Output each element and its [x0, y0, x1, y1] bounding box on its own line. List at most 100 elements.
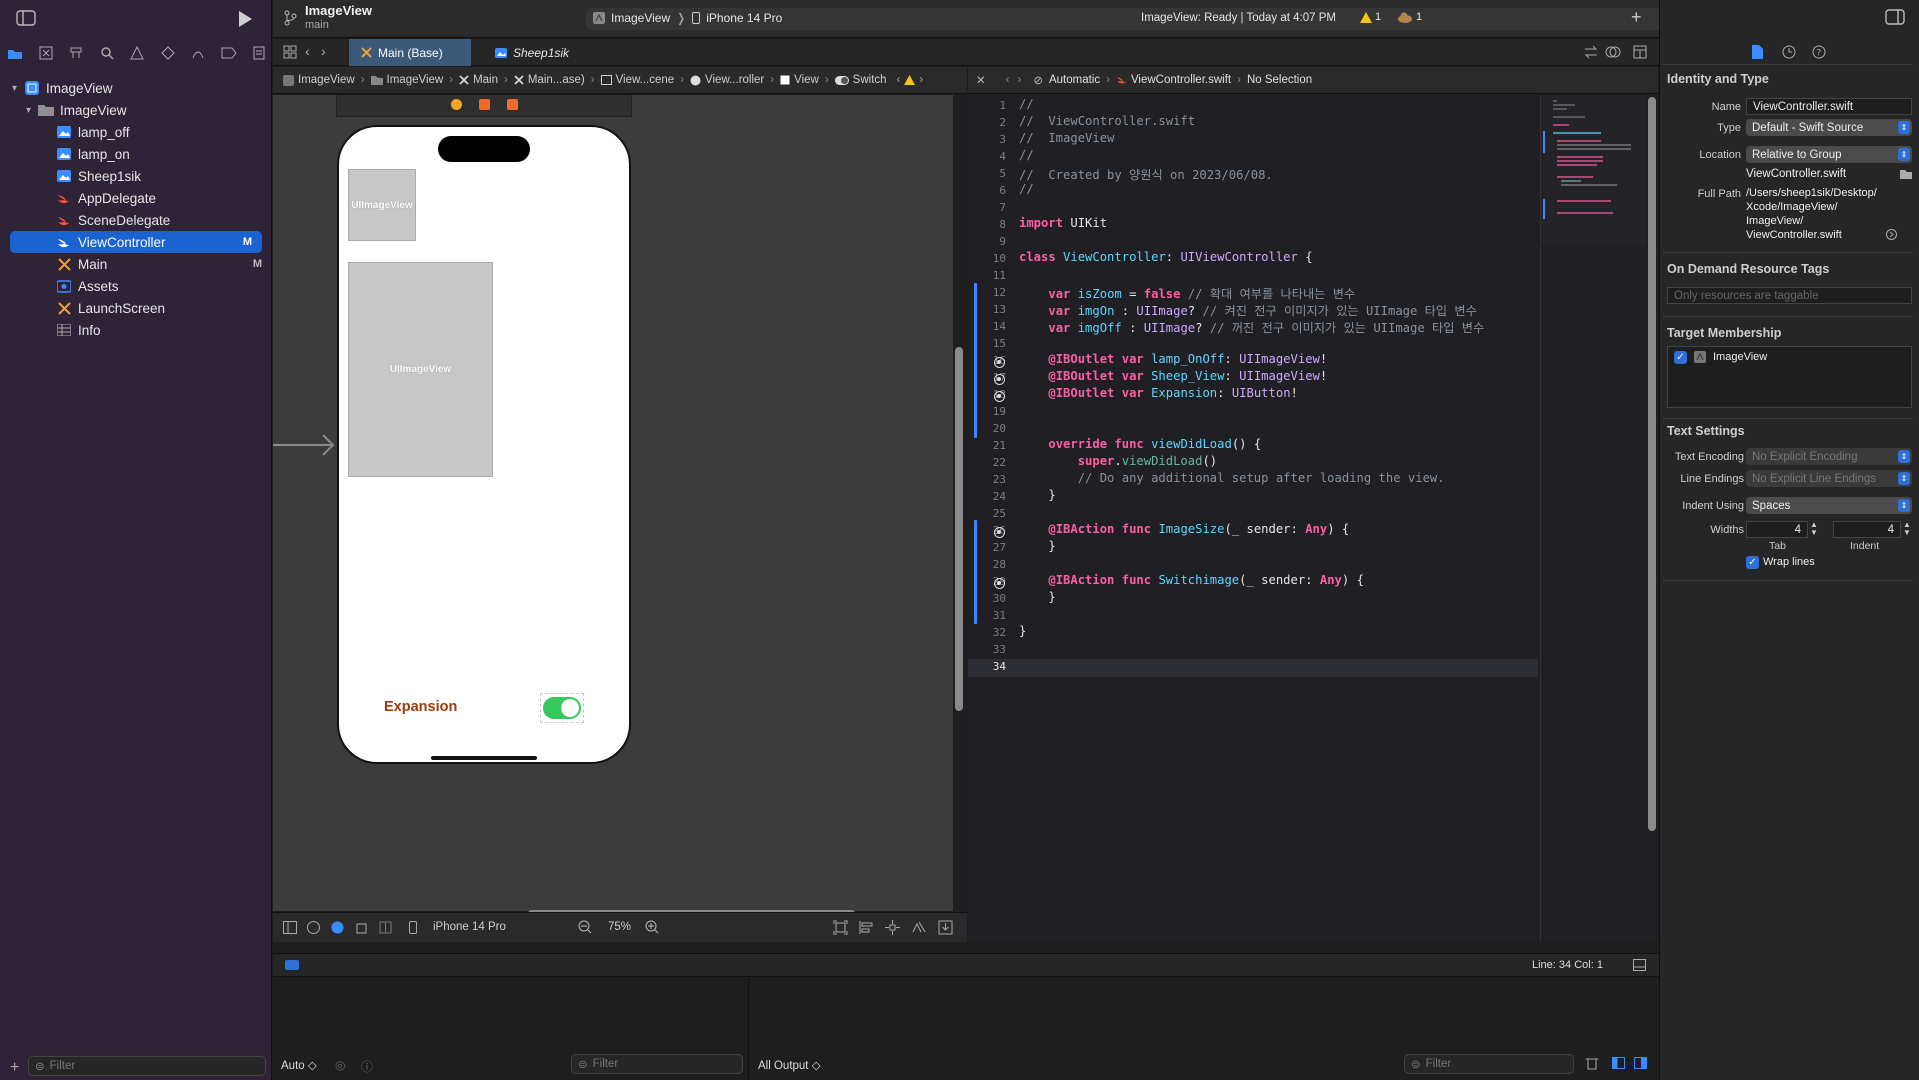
outlet-connected-icon[interactable]	[994, 357, 1005, 368]
variables-filter-field[interactable]: ⊜ Filter	[571, 1054, 743, 1074]
assistant-mode[interactable]: Automatic	[1049, 74, 1100, 86]
split-left-icon[interactable]	[1612, 1057, 1625, 1069]
action-connected-icon[interactable]	[994, 578, 1005, 589]
initial-view-controller-arrow[interactable]	[273, 433, 337, 457]
add-constraints-icon[interactable]	[885, 920, 900, 935]
variables-view[interactable]: Auto ◇ ◎ ⓘ ⊜ Filter	[273, 978, 749, 1080]
zoom-level[interactable]: 75%	[608, 921, 631, 933]
zoom-in-icon[interactable]	[645, 920, 659, 934]
find-navigator-icon[interactable]	[98, 44, 116, 62]
tree-item-main[interactable]: Main M	[0, 253, 272, 275]
breadcrumb-view[interactable]: View	[780, 74, 819, 86]
history-inspector-icon[interactable]	[1782, 45, 1796, 59]
small-image-view[interactable]: UIImageView	[348, 169, 416, 241]
scheme-selector[interactable]: ImageView ❭ iPhone 14 Pro	[593, 11, 782, 25]
chevron-down-icon[interactable]: ▾	[12, 83, 24, 94]
tree-item-appdelegate[interactable]: AppDelegate	[0, 187, 272, 209]
add-file-button[interactable]: +	[10, 1059, 19, 1077]
tree-item-lamp-off[interactable]: lamp_off	[0, 121, 272, 143]
resolve-issues-icon[interactable]	[911, 920, 927, 935]
exit-dock-icon[interactable]	[507, 99, 518, 110]
debug-navigator-icon[interactable]	[189, 44, 207, 62]
view-controller-dock-icon[interactable]	[451, 99, 462, 110]
breadcrumb-selection[interactable]: No Selection	[1247, 74, 1312, 86]
tab-width-stepper[interactable]: ▲ ▼	[1810, 521, 1818, 537]
breadcrumb-file[interactable]: ViewController.swift	[1131, 74, 1231, 86]
align-icon[interactable]	[859, 920, 874, 935]
tab-sheep1sik[interactable]: Sheep1sik	[483, 39, 603, 66]
appearance-icon[interactable]	[307, 921, 320, 934]
sidebar-toggle-icon[interactable]	[16, 10, 36, 26]
document-outline-toggle-icon[interactable]	[283, 921, 297, 934]
target-checkbox[interactable]: ✓	[1674, 351, 1687, 364]
folder-icon[interactable]	[1900, 169, 1912, 179]
tree-item-launchscreen[interactable]: LaunchScreen	[0, 297, 272, 319]
issue-navigator-icon[interactable]	[128, 44, 146, 62]
tree-item-scenedelegate[interactable]: SceneDelegate	[0, 209, 272, 231]
file-inspector-icon[interactable]	[1752, 45, 1763, 59]
split-right-icon[interactable]	[1634, 1057, 1647, 1069]
outlet-connected-icon[interactable]	[994, 391, 1005, 402]
indent-using-popup[interactable]: Spaces ⇕	[1746, 497, 1912, 514]
symbol-navigator-icon[interactable]	[67, 44, 85, 62]
warnings-indicator[interactable]: 1	[1360, 11, 1381, 23]
update-frames-icon[interactable]	[833, 920, 848, 935]
tree-item-assets[interactable]: Assets	[0, 275, 272, 297]
breadcrumb-folder[interactable]: ImageView	[370, 74, 443, 86]
issue-next-icon[interactable]: ›	[919, 74, 923, 86]
first-responder-dock-icon[interactable]	[479, 99, 490, 110]
test-navigator-icon[interactable]	[159, 44, 177, 62]
text-encoding-popup[interactable]: No Explicit Encoding ⇕	[1746, 448, 1912, 465]
odr-tags-field[interactable]: Only resources are taggable	[1667, 287, 1912, 304]
reveal-in-finder-icon[interactable]	[1886, 229, 1897, 240]
variables-scope-picker[interactable]: Auto ◇	[281, 1058, 317, 1072]
zoom-out-icon[interactable]	[578, 920, 592, 934]
help-inspector-icon[interactable]: ?	[1812, 45, 1826, 59]
console-output-picker[interactable]: All Output ◇	[758, 1058, 821, 1072]
related-items-icon[interactable]: ⊘	[1033, 73, 1043, 87]
orientation-icon[interactable]	[355, 921, 368, 934]
device-config-icon[interactable]	[379, 921, 392, 934]
tree-item-lamp-on[interactable]: lamp_on	[0, 143, 272, 165]
back-arrow-icon[interactable]: ‹	[1006, 74, 1010, 86]
breadcrumb-switch[interactable]: Switch	[834, 74, 887, 86]
back-arrow-icon[interactable]: ‹	[305, 43, 310, 59]
large-image-view[interactable]: UIImageView	[348, 262, 493, 477]
forward-arrow-icon[interactable]: ›	[1017, 74, 1021, 86]
type-popup[interactable]: Default - Swift Source ⇕	[1746, 119, 1912, 136]
close-editor-icon[interactable]: ✕	[976, 73, 986, 87]
debug-area-toggle-icon[interactable]	[285, 960, 299, 970]
add-library-button[interactable]: +	[1631, 7, 1642, 28]
issue-prev-icon[interactable]: ‹	[897, 74, 901, 86]
cloud-indicator[interactable]: 1	[1397, 11, 1422, 23]
code-review-icon[interactable]	[1605, 45, 1621, 59]
console-view[interactable]: All Output ◇ ⊜ Filter	[750, 978, 1659, 1080]
breadcrumb-main-base[interactable]: Main...ase)	[514, 74, 585, 86]
info-icon[interactable]: ⓘ	[361, 1058, 373, 1075]
forward-arrow-icon[interactable]: ›	[321, 43, 326, 59]
hide-debug-icon[interactable]	[1633, 959, 1646, 971]
indent-width-field[interactable]: 4	[1833, 521, 1901, 538]
location-popup[interactable]: Relative to Group ⇕	[1746, 146, 1912, 163]
breadcrumb-main[interactable]: Main	[459, 74, 498, 86]
folder-navigator-icon[interactable]	[6, 44, 24, 62]
canvas-vertical-scrollbar[interactable]	[955, 347, 963, 711]
breakpoint-navigator-icon[interactable]	[220, 44, 238, 62]
outlet-connected-icon[interactable]	[994, 374, 1005, 385]
breadcrumb-project[interactable]: ImageView	[283, 74, 355, 86]
name-field[interactable]: ViewController.swift	[1746, 98, 1912, 115]
warning-icon[interactable]	[904, 75, 916, 85]
expansion-button[interactable]: Expansion	[384, 699, 457, 715]
indent-width-stepper[interactable]: ▲ ▼	[1903, 521, 1911, 537]
editor-vertical-scrollbar[interactable]	[1648, 97, 1656, 831]
split-editor-icon[interactable]	[1633, 45, 1647, 59]
console-filter-field[interactable]: ⊜ Filter	[1404, 1054, 1574, 1074]
breadcrumb-controller[interactable]: View...roller	[690, 74, 764, 86]
chevron-down-icon[interactable]: ▾	[26, 105, 38, 116]
embed-in-icon[interactable]	[938, 920, 953, 935]
wrap-lines-checkbox[interactable]: ✓	[1746, 556, 1759, 569]
tree-item-project[interactable]: ▾ ImageView	[0, 77, 272, 99]
inspector-toggle-icon[interactable]	[1885, 9, 1905, 25]
swap-editor-icon[interactable]	[1583, 45, 1599, 59]
run-button[interactable]	[237, 10, 253, 28]
